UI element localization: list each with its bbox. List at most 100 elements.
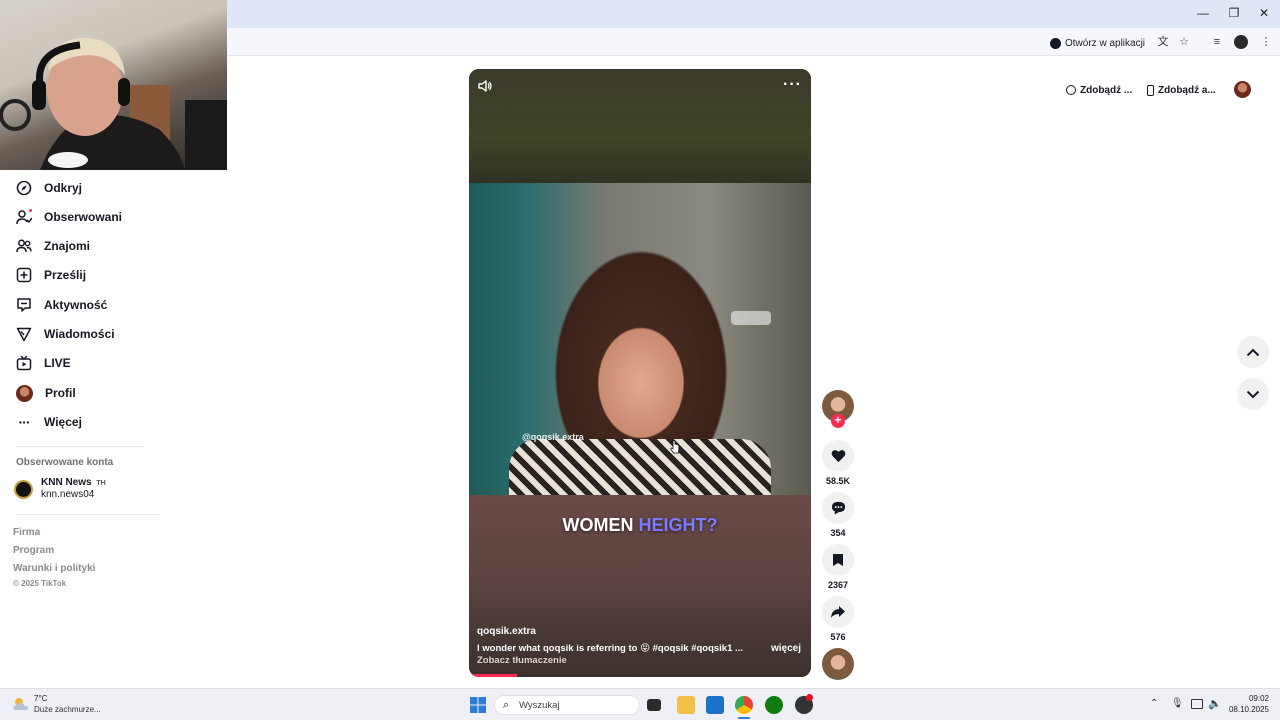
compass-icon — [16, 180, 32, 196]
caption-word-women: WOMEN — [562, 515, 634, 535]
open-in-app-button[interactable]: Otwórz w aplikacji — [1050, 34, 1145, 52]
see-translation-link[interactable]: Zobacz tłumaczenie — [477, 655, 567, 666]
chrome-icon[interactable] — [735, 696, 753, 714]
followed-account-badge: TH — [96, 480, 106, 487]
video-more-link[interactable]: więcej — [771, 643, 801, 654]
translate-icon[interactable]: 文 — [1156, 35, 1170, 49]
sidebar-item-wiecej[interactable]: ··· Więcej — [16, 411, 82, 433]
sidebar-item-label: Aktywność — [44, 298, 108, 312]
sidebar-divider — [16, 514, 159, 515]
share-button[interactable] — [822, 596, 854, 628]
video-caption-overlay: WOMEN HEIGHT? — [469, 515, 811, 536]
caption-word-height: HEIGHT? — [638, 515, 718, 535]
sidebar-item-label: Odkryj — [44, 181, 83, 195]
footer-link-firma[interactable]: Firma — [13, 527, 40, 538]
tray-chevron-up-icon[interactable]: ⌃ — [1150, 698, 1158, 709]
followed-accounts-title: Obserwowane konta — [16, 457, 114, 468]
previous-video-button[interactable] — [1237, 336, 1269, 368]
channel-watermark-logo — [731, 311, 771, 325]
sidebar-item-aktywnosc[interactable]: Aktywność — [16, 294, 107, 316]
taskbar-search-input[interactable]: ⌕ Wyszukaj — [494, 695, 640, 715]
sidebar-item-znajomi[interactable]: Znajomi — [16, 235, 90, 257]
header-profile-avatar[interactable] — [1234, 81, 1251, 98]
video-author[interactable]: qoqsik.extra — [477, 626, 536, 637]
microphone-icon[interactable]: 🎙 — [1171, 698, 1184, 709]
phone-icon — [1147, 84, 1154, 96]
follow-plus-icon[interactable]: + — [831, 414, 845, 428]
restore-icon[interactable]: ❐ — [1223, 4, 1245, 22]
share-count: 576 — [830, 632, 846, 642]
like-count: 58.5K — [825, 476, 851, 486]
chevron-down-icon — [1246, 390, 1260, 398]
open-in-app-label: Otwórz w aplikacji — [1065, 37, 1146, 49]
close-icon[interactable]: ✕ — [1253, 4, 1275, 22]
speaker-icon[interactable]: 🔈 — [1208, 697, 1222, 710]
video-more-icon[interactable]: ··· — [783, 76, 802, 94]
comment-button[interactable] — [822, 492, 854, 524]
active-app-indicator — [738, 717, 750, 719]
comment-icon — [831, 501, 845, 515]
sidebar-item-label: Więcej — [44, 415, 82, 429]
minimize-icon[interactable]: — — [1192, 4, 1214, 22]
outlook-icon[interactable] — [706, 696, 724, 714]
bookmark-star-icon[interactable]: ☆ — [1177, 35, 1191, 49]
video-sweater-pattern — [509, 439, 771, 495]
get-coins-button[interactable]: Zdobądź ... — [1066, 80, 1132, 100]
sidebar-item-odkryj[interactable]: Odkryj — [16, 177, 82, 199]
network-icon[interactable] — [1191, 699, 1203, 709]
media-queue-icon[interactable]: ≡ — [1210, 35, 1224, 49]
avatar — [16, 384, 33, 402]
kebab-menu-icon[interactable]: ⋮ — [1259, 35, 1273, 49]
xbox-icon[interactable] — [765, 696, 783, 714]
sidebar-item-label: Wiadomości — [44, 327, 115, 341]
get-app-button[interactable]: Zdobądź a... — [1147, 80, 1216, 100]
video-description: I wonder what qoqsik is referring to 😝 #… — [477, 643, 743, 654]
chevron-up-icon — [1246, 348, 1260, 356]
windows-taskbar: 7°C Duże zachmurze... ⌕ Wyszukaj ⌃ 🎙 🔈 0… — [0, 688, 1280, 720]
followed-account-name-row: KNN News TH — [41, 477, 106, 488]
get-app-label: Zdobądź a... — [1158, 84, 1216, 96]
sidebar-item-live[interactable]: LIVE — [16, 352, 71, 374]
upload-icon — [16, 267, 32, 283]
video-top-blur — [469, 69, 811, 183]
friends-icon — [16, 238, 32, 254]
footer-link-program[interactable]: Program — [13, 545, 54, 556]
clock-date[interactable]: 08.10.2025 — [1223, 705, 1269, 714]
bookmark-icon — [833, 554, 843, 566]
sidebar-item-wiadomosci[interactable]: Wiadomości — [16, 323, 115, 345]
followed-account-item[interactable]: KNN News TH knn.news04 — [14, 477, 154, 503]
search-icon: ⌕ — [503, 699, 510, 711]
music-disc-avatar[interactable] — [822, 648, 854, 680]
video-player[interactable]: ··· @qoqsik.extra WOMEN HEIGHT? qoqsik.e… — [469, 69, 811, 677]
footer-link-terms[interactable]: Warunki i polityki — [13, 563, 95, 574]
weather-temp: 7°C — [34, 694, 48, 703]
sidebar-item-obserwowani[interactable]: Obserwowani — [16, 206, 122, 228]
next-video-button[interactable] — [1237, 378, 1269, 410]
task-view-icon[interactable] — [647, 699, 661, 711]
start-windows-icon[interactable] — [470, 697, 486, 713]
volume-icon[interactable] — [477, 78, 493, 94]
sidebar-item-profil[interactable]: Profil — [16, 382, 76, 404]
save-button[interactable] — [822, 544, 854, 576]
knn-logo-avatar — [14, 480, 33, 499]
file-explorer-icon[interactable] — [677, 696, 695, 714]
more-icon: ··· — [18, 414, 31, 430]
video-progress-bar[interactable] — [469, 674, 517, 677]
weather-icon[interactable] — [12, 696, 30, 712]
followed-account-name: KNN News — [41, 477, 92, 488]
sidebar-item-label: LIVE — [44, 356, 71, 370]
copyright: © 2025 TikTok — [13, 579, 67, 588]
heart-icon — [831, 450, 845, 463]
like-button[interactable] — [822, 440, 854, 472]
live-icon — [16, 355, 32, 371]
messages-icon — [16, 326, 32, 342]
comment-count: 354 — [830, 528, 846, 538]
search-placeholder: Wyszukaj — [519, 700, 560, 711]
sidebar-item-przeslij[interactable]: Prześlij — [16, 264, 86, 286]
coin-icon — [1066, 85, 1076, 95]
profile-avatar[interactable] — [1234, 35, 1248, 49]
get-coins-label: Zdobądź ... — [1080, 84, 1133, 96]
weather-desc: Duże zachmurze... — [34, 705, 101, 714]
clock-time[interactable]: 09:02 — [1229, 694, 1269, 703]
sidebar-item-label: Profil — [45, 386, 76, 400]
